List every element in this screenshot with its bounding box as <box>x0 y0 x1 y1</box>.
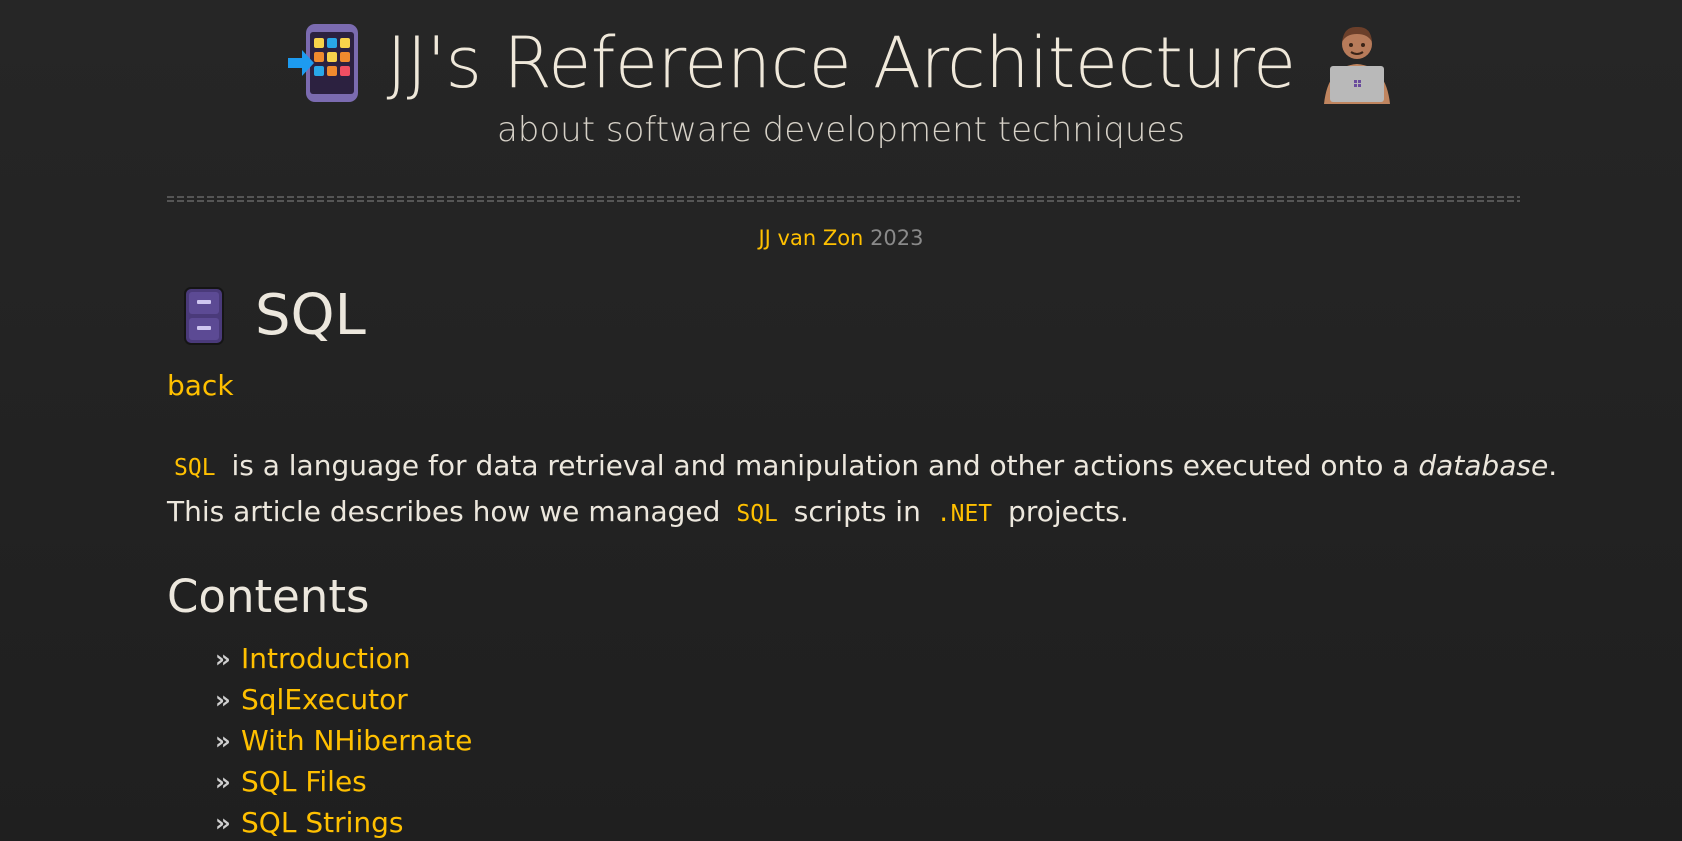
toc-item: ›› With NHibernate <box>215 720 1527 761</box>
toc-link-sqlexecutor[interactable]: SqlExecutor <box>241 683 408 716</box>
site-header: JJ's Reference Architecture about softwa… <box>0 18 1682 158</box>
back-link[interactable]: back <box>167 368 1527 404</box>
page: JJ's Reference Architecture about softwa… <box>0 0 1682 841</box>
toc-link-sql-files[interactable]: SQL Files <box>241 765 367 798</box>
technologist-laptop-icon <box>1323 26 1390 104</box>
code-sql: SQL <box>174 455 216 481</box>
double-chevron-right-icon: ›› <box>215 685 231 714</box>
double-chevron-right-icon: ›› <box>215 726 231 755</box>
toc-link-with-nhibernate[interactable]: With NHibernate <box>241 724 472 757</box>
contents-heading: Contents <box>167 570 370 623</box>
site-subtitle: about software development techniques <box>496 110 1186 150</box>
code-dotnet: .NET <box>936 501 993 527</box>
table-of-contents: ›› Introduction ›› SqlExecutor ›› With NHib… <box>215 638 1527 841</box>
toc-item: ›› SQL Files <box>215 761 1527 802</box>
toc-item: ›› Introduction <box>215 638 1527 679</box>
file-cabinet-icon <box>184 287 224 345</box>
toc-link-introduction[interactable]: Introduction <box>241 642 411 675</box>
article-title: SQL <box>255 283 366 348</box>
byline-year: 2023 <box>870 226 924 250</box>
intro-text: projects. <box>1008 495 1129 528</box>
code-sql: SQL <box>736 501 778 527</box>
double-chevron-right-icon: ›› <box>215 767 231 796</box>
title-row: JJ's Reference Architecture <box>0 18 1682 108</box>
article-title-row: SQL <box>183 280 1527 352</box>
intro-text: This article describes how we managed <box>167 495 721 528</box>
header-divider <box>167 196 1520 202</box>
intro-period: . <box>1548 449 1558 482</box>
intro-text: is a language for data retrieval and man… <box>231 449 1410 482</box>
double-chevron-right-icon: ›› <box>215 808 231 837</box>
intro-line-2: This article describes how we managed SQ… <box>167 490 1527 536</box>
byline: JJ van Zon 2023 <box>0 224 1682 252</box>
intro-paragraph: SQL is a language for data retrieval and… <box>167 444 1557 536</box>
intro-text: scripts in <box>793 495 921 528</box>
toc-link-sql-strings[interactable]: SQL Strings <box>241 806 403 839</box>
double-chevron-right-icon: ›› <box>215 644 231 673</box>
app-grid-icon <box>288 24 359 102</box>
toc-item: ›› SqlExecutor <box>215 679 1527 720</box>
author-link[interactable]: JJ van Zon <box>758 226 863 250</box>
toc-item: ›› SQL Strings <box>215 802 1527 841</box>
intro-emphasis: database <box>1418 449 1549 482</box>
site-title: JJ's Reference Architecture <box>386 22 1296 104</box>
intro-line-1: SQL is a language for data retrieval and… <box>167 444 1557 490</box>
article: SQL back SQL is a language for data retr… <box>167 280 1557 841</box>
